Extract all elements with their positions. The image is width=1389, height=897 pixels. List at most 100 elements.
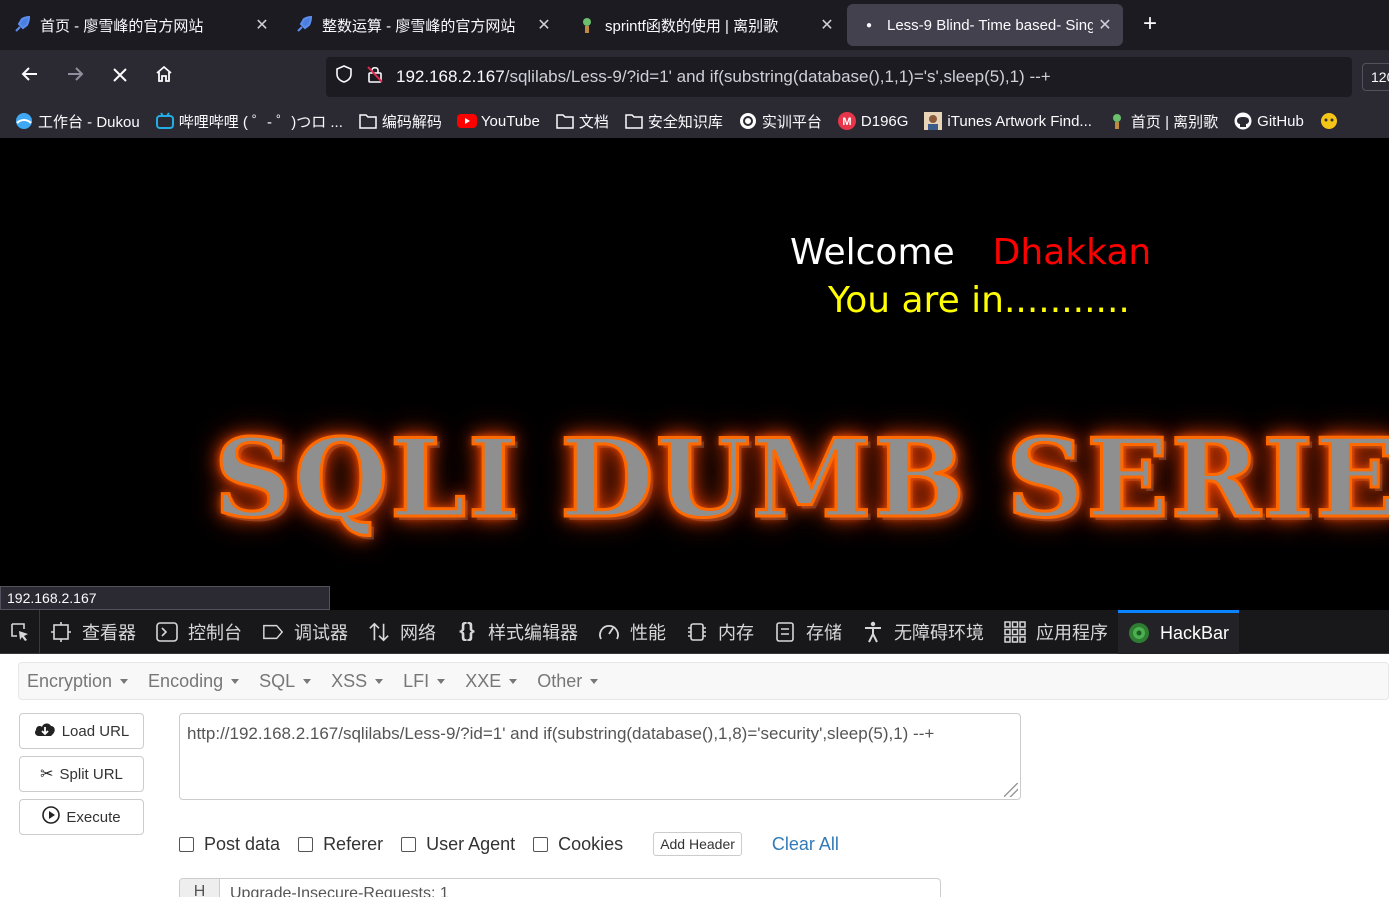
load-url-button[interactable]: Load URL [19,713,144,749]
menu-label: Other [537,670,583,691]
add-header-button[interactable]: Add Header [653,832,742,856]
cloud-download-icon [34,721,56,742]
option-label: User Agent [426,833,516,854]
devtools-tab-performance[interactable]: 性能 [588,610,676,654]
bookmark-itunes[interactable]: iTunes Artwork Find... [923,111,1092,131]
menu-other[interactable]: Other [529,671,610,692]
devtools-tab-network[interactable]: 网络 [358,610,446,654]
zoom-level[interactable]: 120% [1362,63,1389,91]
hackbar-panel: Encryption Encoding SQL XSS LFI XXE Othe… [0,654,1389,897]
close-icon[interactable]: ✕ [250,15,274,35]
back-button[interactable] [16,63,44,91]
menu-lfi[interactable]: LFI [395,671,457,692]
checkbox[interactable] [298,836,314,852]
devtools-tab-hackbar[interactable]: HackBar [1118,609,1240,654]
menu-encryption[interactable]: Encryption [19,671,140,692]
hackbar-icon [1128,622,1150,644]
header-input[interactable]: Upgrade-Insecure-Requests: 1 [230,885,449,897]
checkbox[interactable] [179,836,194,852]
menu-label: XSS [331,670,368,691]
checkbox[interactable] [401,836,417,852]
devtools-tab-label: 控制台 [188,622,242,643]
bookmark-folder-codec[interactable]: 编码解码 [358,111,442,132]
element-picker-icon[interactable] [0,609,40,654]
insecure-lock-icon[interactable] [362,64,388,90]
menu-label: LFI [403,670,430,691]
devtools-tab-memory[interactable]: 内存 [676,610,764,654]
header-row: H Upgrade-Insecure-Requests: 1 [179,878,941,897]
bookmark-bilibili[interactable]: 哔哩哔哩 ( ゜- ゜)つロ ... [155,111,343,132]
devtools-tab-label: 性能 [630,622,666,643]
option-cookies[interactable]: Cookies [533,834,623,855]
sqli-banner-image: SQLI DUMB SERIES [212,415,1389,544]
option-referer[interactable]: Referer [298,834,383,855]
bookmark-d196g[interactable]: M D196G [837,111,908,131]
tab-integer-ops[interactable]: 整数运算 - 廖雪峰的官方网站 ✕ [282,4,562,46]
devtools-tab-label: 查看器 [82,622,136,643]
youtube-icon [456,111,477,131]
url-bar[interactable]: 192.168.2.167/sqlilabs/Less-9/?id=1' and… [326,57,1352,97]
bookmark-folder-security[interactable]: 安全知识库 [624,111,723,132]
home-button[interactable] [150,63,178,91]
caret-down-icon [120,678,129,684]
bookmark-training[interactable]: 实训平台 [738,111,822,132]
rocket-icon [12,15,32,35]
devtools-tab-console[interactable]: 控制台 [146,610,252,654]
url-path: /sqlilabs/Less-9/?id=1' and if(substring… [504,67,1051,86]
close-icon[interactable]: ✕ [1093,15,1117,35]
split-url-button[interactable]: ✂ Split URL [19,756,144,792]
bookmark-more[interactable] [1319,111,1343,131]
button-label: Load URL [61,722,130,740]
option-post-data[interactable]: Post data [179,834,280,855]
bookmark-github[interactable]: GitHub [1233,111,1304,131]
header-toggle-button[interactable]: H [180,879,220,897]
plant-icon [577,15,597,35]
option-user-agent[interactable]: User Agent [401,834,515,855]
emoji-icon [1319,111,1339,131]
menu-label: SQL [259,670,296,691]
bookmark-dukou[interactable]: 工作台 - Dukou [14,111,140,132]
stop-button[interactable] [106,63,134,91]
bookmarks-toolbar: 工作台 - Dukou 哔哩哔哩 ( ゜- ゜)つロ ... 编码解码 YouT… [0,104,1389,138]
bilibili-icon [155,111,175,131]
rocket-icon [294,15,314,35]
bookmark-label: 实训平台 [761,113,822,131]
menu-xss[interactable]: XSS [323,671,395,692]
forward-button[interactable] [61,63,89,91]
new-tab-button[interactable]: + [1136,10,1164,38]
devtools-tab-label: 样式编辑器 [488,622,578,643]
execute-button[interactable]: Execute [19,799,144,835]
devtools-tab-storage[interactable]: 存储 [764,610,852,654]
menu-xxe[interactable]: XXE [457,671,529,692]
welcome-text: Welcome [790,232,955,273]
close-icon[interactable]: ✕ [815,15,839,35]
bookmark-libiege[interactable]: 首页 | 离别歌 [1107,111,1218,132]
devtools-tab-application[interactable]: 应用程序 [994,610,1118,654]
at-icon [738,111,758,131]
bookmark-label: YouTube [480,112,540,130]
close-icon[interactable]: ✕ [532,15,556,35]
bookmark-folder-docs[interactable]: 文档 [555,111,609,132]
tab-liaoxuefeng-home[interactable]: 首页 - 廖雪峰的官方网站 ✕ [0,4,280,46]
checkbox[interactable] [533,836,549,852]
network-icon [368,621,390,643]
url-text[interactable]: 192.168.2.167/sqlilabs/Less-9/?id=1' and… [396,67,1051,87]
menu-sql[interactable]: SQL [251,671,323,692]
devtools-tab-debugger[interactable]: 调试器 [252,610,358,654]
devtools-tab-accessibility[interactable]: 无障碍环境 [852,610,994,654]
tab-less9[interactable]: ● Less-9 Blind- Time based- Single Quote… [847,4,1123,46]
folder-icon [555,111,575,131]
resize-handle-icon[interactable] [1004,783,1018,797]
bookmark-label: 工作台 - Dukou [38,113,140,131]
bookmark-youtube[interactable]: YouTube [456,111,540,131]
devtools-tab-label: 应用程序 [1036,622,1108,643]
tab-sprintf[interactable]: sprintf函数的使用 | 离别歌 ✕ [565,4,845,46]
shield-icon[interactable] [331,64,357,90]
devtools-tab-style-editor[interactable]: {} 样式编辑器 [446,610,588,654]
style-editor-icon: {} [459,620,475,642]
devtools-tab-label: 无障碍环境 [894,622,984,643]
url-textarea[interactable]: http://192.168.2.167/sqlilabs/Less-9/?id… [179,713,1021,800]
devtools-tab-inspector[interactable]: 查看器 [40,610,146,654]
menu-encoding[interactable]: Encoding [140,671,251,692]
clear-all-link[interactable]: Clear All [772,834,839,855]
